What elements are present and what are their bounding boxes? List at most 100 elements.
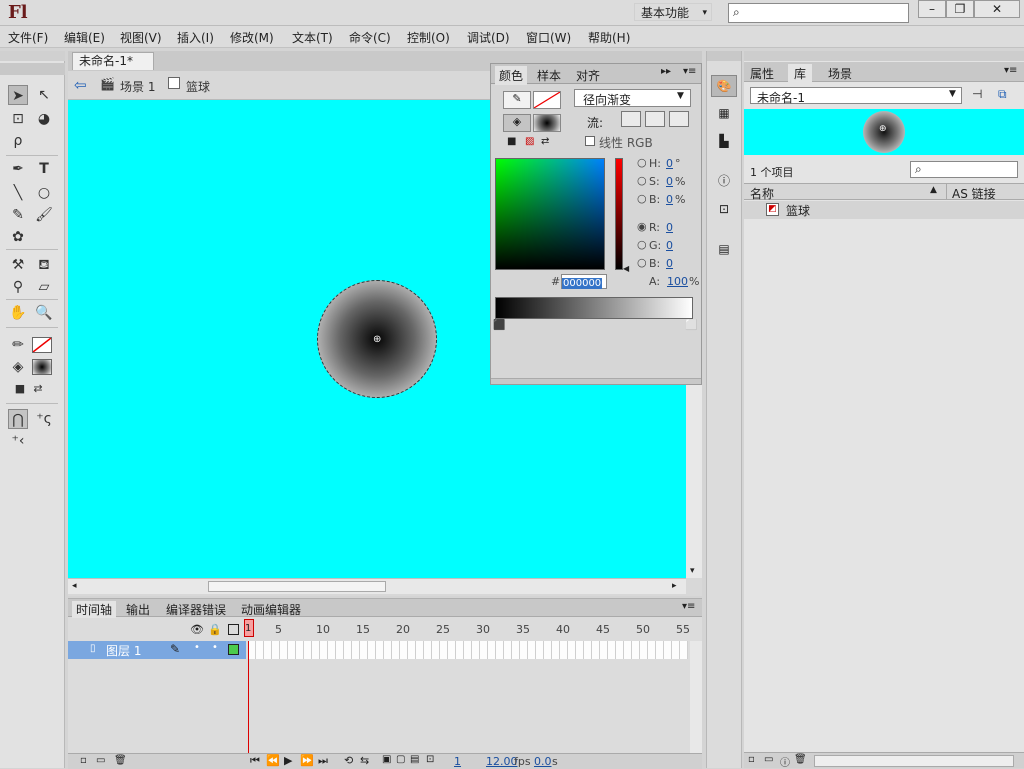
zoom-tool-icon[interactable]: 🔍 [34,303,54,323]
time-value[interactable]: 0.0 [534,755,552,768]
scroll-right-icon[interactable]: ▸ [672,581,677,591]
basketball-gradient-circle[interactable]: ⊕ [317,280,437,398]
menu-debug[interactable]: 调试(D) [467,29,510,46]
scroll-left-icon[interactable]: ◂ [72,581,77,591]
lock-icon[interactable]: 🔒 [208,623,222,636]
new-folder-icon[interactable]: ▭ [764,754,773,765]
swap-colors-icon[interactable]: ⇄ [541,136,549,147]
minimize-button[interactable]: – [918,0,946,18]
tab-timeline[interactable]: 时间轴 [72,601,117,618]
breadcrumb-symbol[interactable]: 篮球 [186,78,210,95]
subselection-tool-icon[interactable]: ↖ [34,85,54,105]
panel-grip[interactable] [744,51,1024,61]
edit-multiple-frames-icon[interactable]: ▤ [410,754,419,765]
panel-menu-icon[interactable]: ▾≡ [1004,65,1017,76]
text-tool-icon[interactable]: T [34,159,54,179]
hex-input[interactable]: 000000 [561,274,607,289]
maximize-button[interactable]: ❐ [946,0,974,18]
blue-radio[interactable]: ○ [637,256,647,269]
last-frame-icon[interactable]: ⏭ [318,754,328,768]
play-icon[interactable]: ▶ [284,754,292,767]
scroll-down-icon[interactable]: ▾ [690,566,695,576]
tab-scene[interactable]: 场景 [828,65,852,82]
s-radio[interactable]: ○ [637,174,647,187]
dock-grip[interactable] [707,51,741,61]
timeline-vscroll[interactable] [690,641,702,753]
back-arrow-icon[interactable]: ⇦ [74,76,87,94]
paint-bucket-tool-icon[interactable]: ⛾ [34,255,54,275]
delete-layer-icon[interactable]: 🗑 [114,755,127,766]
color-panel-icon[interactable]: 🎨 [711,75,737,97]
panel-menu-icon[interactable]: ▾≡ [682,601,695,612]
new-library-panel-icon[interactable]: ⧉ [998,87,1007,102]
brush-tool-icon[interactable]: 🖌 [34,205,54,225]
tab-motion-editor[interactable]: 动画编辑器 [241,601,301,618]
center-frame-icon[interactable]: ⇆ [360,754,369,767]
outline-icon[interactable] [228,624,239,635]
smooth-icon[interactable]: ⁺ς [34,409,54,429]
outline-color-swatch[interactable] [228,644,239,655]
free-transform-tool-icon[interactable]: ⊡ [8,109,28,129]
eraser-tool-icon[interactable]: ▱ [34,277,54,297]
column-name[interactable]: 名称 [750,185,774,202]
menu-control[interactable]: 控制(O) [407,29,450,46]
help-search-input[interactable]: ⌕ [728,3,909,23]
info-icon[interactable]: ⓘ [711,171,737,193]
pen-tool-icon[interactable]: ✒ [8,159,28,179]
swap-colors-icon[interactable]: ⇄ [28,379,48,399]
pin-library-icon[interactable]: ⊣ [972,87,982,101]
fps-value[interactable]: 12.00 [486,755,518,768]
menu-file[interactable]: 文件(F) [8,29,48,46]
linear-rgb-checkbox[interactable] [585,136,595,146]
tab-library[interactable]: 库 [788,64,813,83]
h-radio[interactable]: ○ [637,156,647,169]
flow-extend-button[interactable] [621,111,641,127]
new-symbol-icon[interactable]: ▫ [748,754,755,765]
library-search-input[interactable]: ⌕ [910,161,1018,178]
fill-bucket-icon[interactable]: ◈ [503,114,531,132]
h-value[interactable]: 0 [666,157,673,170]
close-window-button[interactable]: ✕ [974,0,1020,18]
step-back-icon[interactable]: ⏪ [266,754,280,767]
scroll-thumb[interactable] [208,581,386,592]
r-value[interactable]: 0 [666,221,673,234]
a-value[interactable]: 100 [667,275,688,288]
selection-tool-icon[interactable]: ➤ [8,85,28,105]
horizontal-scrollbar[interactable]: ◂ ▸ [68,578,686,594]
pencil-tool-icon[interactable]: ✎ [8,205,28,225]
breadcrumb-scene[interactable]: 场景 1 [120,78,155,95]
new-layer-icon[interactable]: ▫ [80,755,87,766]
layer-row[interactable]: ▯ 图层 1 ✎ • • [68,641,246,659]
stroke-pen-icon[interactable]: ✎ [503,91,531,109]
brightness-slider[interactable] [615,158,623,270]
default-colors-icon[interactable]: ■ [10,379,30,399]
flow-reflect-button[interactable] [645,111,665,127]
no-color-button-icon[interactable]: ▨ [525,136,534,147]
line-tool-icon[interactable]: ╲ [8,183,28,203]
stroke-color-icon[interactable]: ✏ [8,335,28,355]
onion-skin-icon[interactable]: ▣ [382,754,391,765]
default-colors-icon[interactable]: ■ [507,136,516,147]
g-value[interactable]: 0 [666,239,673,252]
color-picker-field[interactable] [495,158,605,270]
s-value[interactable]: 0 [666,175,673,188]
column-as-linkage[interactable]: AS 链接 [952,185,996,202]
oval-tool-icon[interactable]: ○ [34,183,54,203]
panel-grip[interactable] [0,51,65,61]
document-tab[interactable]: 未命名-1* × [72,52,154,84]
lasso-tool-icon[interactable]: ρ [8,131,28,151]
current-frame-value[interactable]: 1 [454,755,461,768]
swatches-icon[interactable]: ▦ [711,103,737,125]
snap-to-objects-icon[interactable]: ⋂ [8,409,28,429]
fill-color-swatch[interactable] [32,359,52,375]
tab-properties[interactable]: 属性 [750,65,774,82]
tab-color[interactable]: 颜色 [495,66,528,85]
menu-commands[interactable]: 命令(C) [349,29,391,46]
library-hscroll[interactable] [814,755,1014,767]
tab-swatches[interactable]: 样本 [537,67,561,84]
loop-icon[interactable]: ⟲ [344,754,353,767]
g-radio[interactable]: ○ [637,238,647,251]
r-radio[interactable]: ◉ [637,220,647,233]
menu-help[interactable]: 帮助(H) [588,29,630,46]
b-radio[interactable]: ○ [637,192,647,205]
